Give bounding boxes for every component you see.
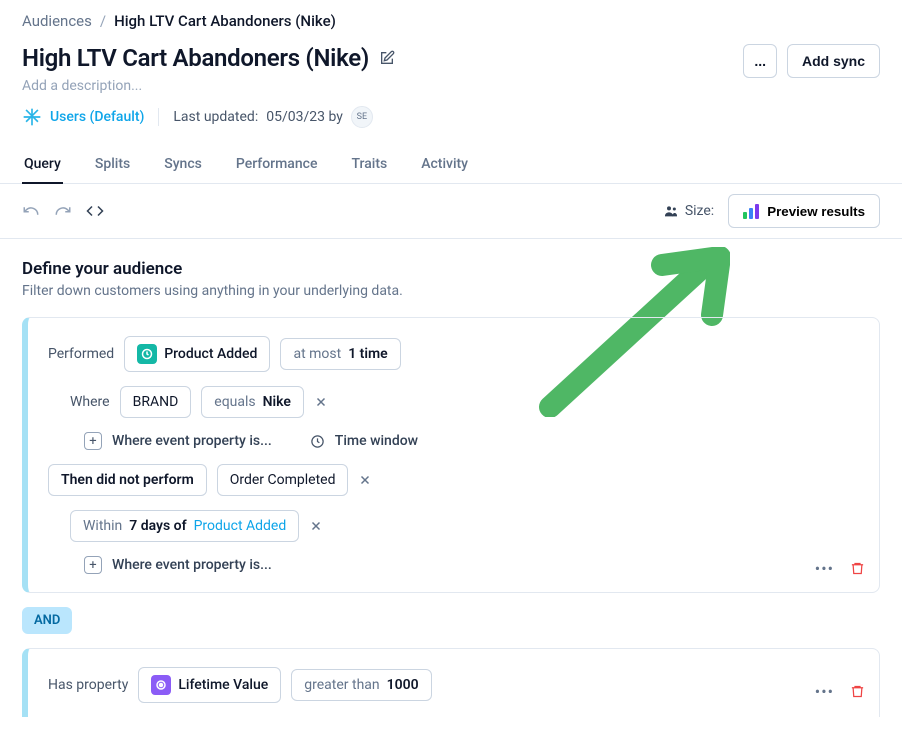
add-event-property[interactable]: Where event property is... — [112, 433, 272, 449]
remove-icon[interactable] — [309, 519, 323, 533]
tab-query[interactable]: Query — [22, 146, 63, 184]
remove-icon[interactable] — [358, 473, 372, 487]
add-sync-button[interactable]: Add sync — [787, 44, 880, 78]
time-window-link[interactable]: Time window — [335, 433, 418, 449]
datasource-selector[interactable]: Users (Default) — [22, 107, 144, 127]
performed-label: Performed — [48, 346, 114, 362]
divider — [158, 108, 159, 126]
redo-icon[interactable] — [54, 202, 72, 220]
snowflake-icon — [22, 107, 42, 127]
tab-activity[interactable]: Activity — [419, 146, 470, 184]
edit-icon[interactable] — [379, 50, 395, 66]
operator-chip[interactable]: equals Nike — [201, 386, 304, 418]
within-chip[interactable]: Within 7 days of Product Added — [70, 510, 299, 542]
tab-performance[interactable]: Performance — [234, 146, 320, 184]
add-event-property[interactable]: Where event property is... — [112, 557, 272, 573]
breadcrumb-parent[interactable]: Audiences — [22, 12, 92, 30]
property-chip[interactable]: Lifetime Value — [138, 667, 281, 703]
trash-icon[interactable] — [850, 684, 865, 699]
avatar: SE — [351, 106, 373, 128]
bar-chart-icon — [743, 203, 759, 219]
frequency-chip[interactable]: at most 1 time — [280, 338, 400, 370]
property-chip[interactable]: BRAND — [120, 386, 192, 418]
undo-icon[interactable] — [22, 202, 40, 220]
event2-chip[interactable]: Order Completed — [217, 464, 349, 496]
clock-badge-icon — [137, 344, 157, 364]
tab-splits[interactable]: Splits — [93, 146, 132, 184]
add-icon[interactable]: + — [84, 556, 102, 574]
operator-chip[interactable]: greater than 1000 — [291, 669, 431, 701]
section-title: Define your audience — [22, 259, 880, 279]
code-icon[interactable] — [86, 202, 104, 220]
then-chip[interactable]: Then did not perform — [48, 464, 207, 496]
clock-icon — [310, 434, 325, 449]
section-subtitle: Filter down customers using anything in … — [22, 283, 880, 299]
people-icon — [663, 203, 679, 219]
attribute-badge-icon — [151, 675, 171, 695]
description-placeholder[interactable]: Add a description... — [22, 78, 395, 94]
and-connector[interactable]: AND — [22, 607, 72, 634]
size-label: Size: — [685, 203, 714, 219]
condition-block-2: Has property Lifetime Value greater than… — [22, 648, 880, 717]
breadcrumb: Audiences / High LTV Cart Abandoners (Ni… — [0, 0, 902, 30]
trash-icon[interactable] — [850, 561, 865, 576]
more-menu-button[interactable]: ... — [743, 44, 777, 78]
event-chip[interactable]: Product Added — [124, 336, 270, 372]
preview-results-button[interactable]: Preview results — [728, 194, 880, 228]
has-property-label: Has property — [48, 677, 128, 693]
breadcrumb-current: High LTV Cart Abandoners (Nike) — [114, 12, 336, 30]
where-label: Where — [70, 394, 110, 410]
add-icon[interactable]: + — [84, 432, 102, 450]
remove-icon[interactable] — [314, 395, 328, 409]
datasource-label: Users (Default) — [50, 109, 144, 125]
page-title: High LTV Cart Abandoners (Nike) — [22, 44, 369, 72]
breadcrumb-separator: / — [100, 12, 106, 30]
more-icon[interactable]: ••• — [815, 559, 834, 578]
more-icon[interactable]: ••• — [815, 682, 834, 701]
last-updated: Last updated: 05/03/23 by SE — [173, 106, 372, 128]
tabs: Query Splits Syncs Performance Traits Ac… — [0, 140, 902, 184]
condition-block-1: Performed Product Added at most 1 time W… — [22, 317, 880, 593]
tab-traits[interactable]: Traits — [349, 146, 389, 184]
tab-syncs[interactable]: Syncs — [162, 146, 204, 184]
